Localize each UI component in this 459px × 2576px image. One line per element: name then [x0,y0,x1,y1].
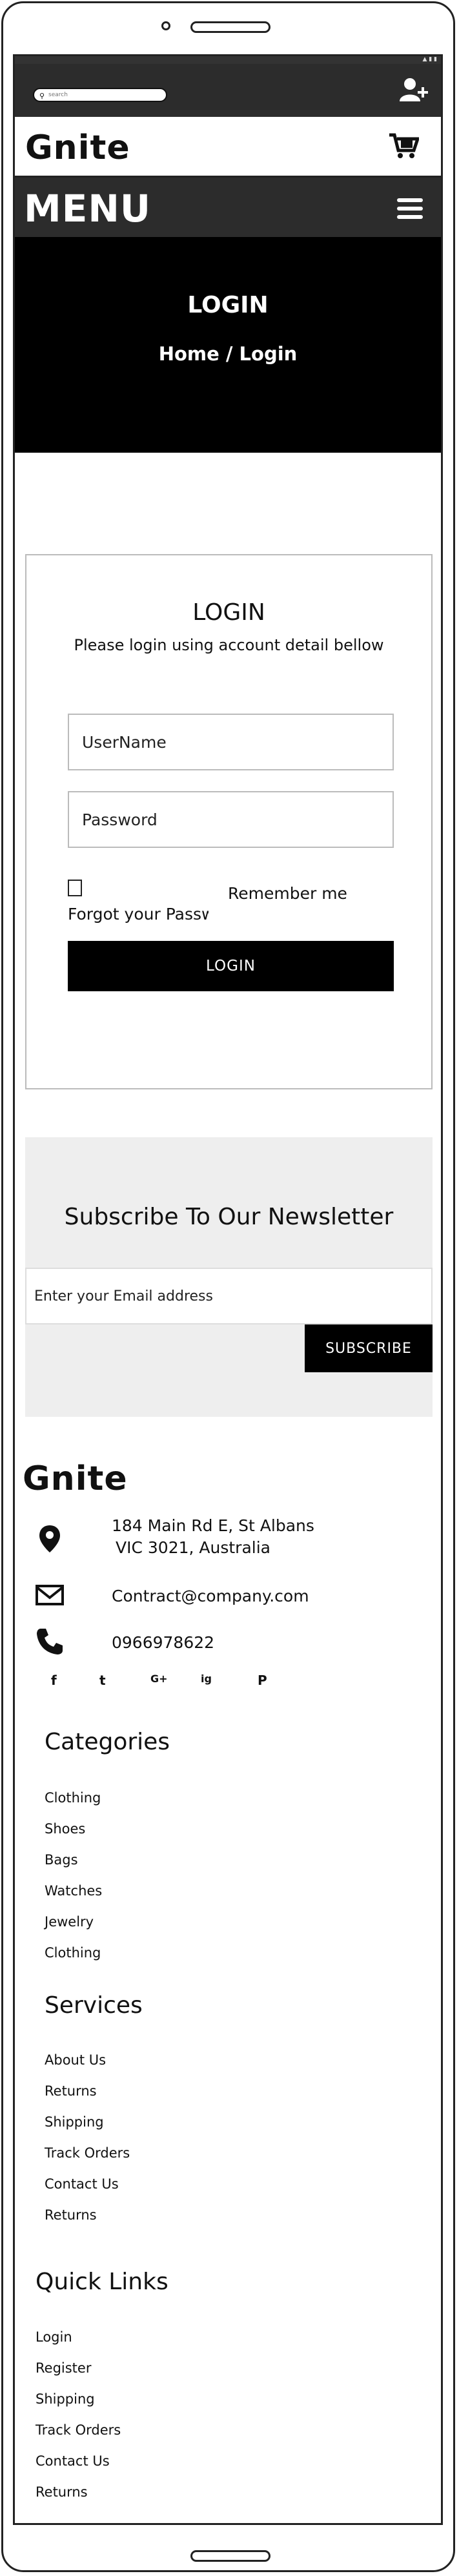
top-bar: ⚲ [15,64,441,117]
remember-checkbox[interactable] [68,880,82,896]
screen: ▲ ▮ ▮ ⚲ Gnite MENU LOGIN Home / Login LO… [13,54,443,2525]
login-heading: LOGIN [192,599,265,626]
brand-bar: Gnite [15,117,441,178]
email-field[interactable] [25,1268,433,1324]
paypal-icon[interactable]: P [258,1673,267,1688]
forgot-password-link[interactable]: Forgot your Password? [68,905,209,923]
camera [161,21,170,30]
quick-links-heading: Quick Links [36,2269,168,2295]
service-link[interactable]: Shipping [45,2114,104,2130]
password-field[interactable] [68,791,394,848]
service-link[interactable]: Returns [45,2207,97,2223]
quick-link[interactable]: Returns [36,2484,88,2500]
menu-bar: MENU [15,178,441,237]
category-link[interactable]: Bags [45,1852,78,1868]
subscribe-button[interactable]: SUBSCRIBE [305,1324,433,1372]
login-card: LOGIN Please login using account detail … [25,554,433,1089]
quick-link[interactable]: Contact Us [36,2453,110,2469]
envelope-icon [36,1585,64,1605]
menu-label[interactable]: MENU [24,187,151,231]
instagram-icon[interactable]: ig [201,1673,212,1685]
service-link[interactable]: Returns [45,2083,97,2099]
category-link[interactable]: Watches [45,1883,102,1899]
quick-link[interactable]: Register [36,2360,91,2376]
category-link[interactable]: Jewelry [45,1914,94,1930]
address-line-1: 184 Main Rd E, St Albans [112,1516,314,1535]
hero-banner: LOGIN Home / Login [15,237,441,453]
search-icon: ⚲ [39,92,45,100]
facebook-icon[interactable]: f [51,1673,57,1688]
search-input[interactable] [48,90,158,99]
quick-link[interactable]: Shipping [36,2391,95,2407]
quick-link[interactable]: Track Orders [36,2422,121,2438]
service-link[interactable]: Track Orders [45,2145,130,2161]
phone-number[interactable]: 0966978622 [112,1632,214,1654]
google-plus-icon[interactable]: G+ [150,1673,168,1685]
footer-brand[interactable]: Gnite [23,1459,128,1498]
hamburger-icon[interactable] [397,198,423,219]
location-pin-icon [39,1525,60,1552]
status-icons: ▲ ▮ ▮ [422,56,437,63]
cart-icon[interactable] [388,132,419,160]
category-link[interactable]: Shoes [45,1821,85,1837]
service-link[interactable]: About Us [45,2052,106,2068]
search-box[interactable]: ⚲ [33,88,167,102]
newsletter-heading: Subscribe To Our Newsletter [64,1204,394,1230]
quick-link[interactable]: Login [36,2329,72,2345]
remember-label[interactable]: Remember me [228,884,347,903]
categories-heading: Categories [45,1729,170,1755]
brand-logo[interactable]: Gnite [25,129,130,167]
newsletter-section: Subscribe To Our Newsletter SUBSCRIBE [25,1137,433,1417]
breadcrumb[interactable]: Home / Login [15,343,441,365]
login-button[interactable]: LOGIN [68,941,394,991]
status-bar: ▲ ▮ ▮ [15,56,441,64]
home-bar [190,2550,270,2562]
services-heading: Services [45,1992,143,2019]
username-field[interactable] [68,714,394,770]
category-link[interactable]: Clothing [45,1945,101,1961]
service-link[interactable]: Contact Us [45,2176,119,2192]
twitter-icon[interactable]: t [99,1673,106,1688]
category-link[interactable]: Clothing [45,1790,101,1806]
email-address[interactable]: Contract@company.com [112,1585,309,1607]
login-subtitle: Please login using account detail bellow [74,636,384,654]
page-title: LOGIN [187,292,269,318]
speaker [190,21,270,33]
phone-icon [37,1629,63,1654]
address-line-2: VIC 3021, Australia [116,1538,270,1557]
add-user-icon[interactable] [398,77,429,103]
